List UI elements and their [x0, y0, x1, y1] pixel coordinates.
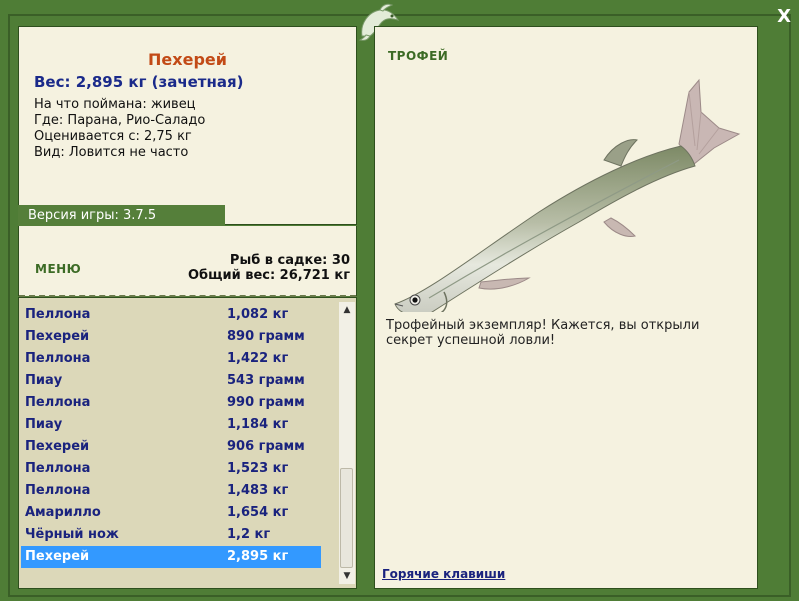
catch-fish-name: Пеллона [25, 351, 91, 366]
version-bar: Версия игры: 3.7.5 [18, 205, 225, 226]
catch-fish-name: Пеллона [25, 307, 91, 322]
catch-fish-name: Пеллона [25, 395, 91, 410]
fish-weight: Вес: 2,895 кг (зачетная) [34, 73, 244, 91]
catch-row-selected[interactable]: Пехерей 2,895 кг [21, 546, 321, 568]
catch-fish-weight: 990 грамм [227, 395, 305, 410]
fish-info-panel: Пехерей Вес: 2,895 кг (зачетная) На что … [18, 26, 357, 225]
catch-fish-weight: 2,895 кг [227, 549, 289, 564]
trophy-title: Трофей [388, 49, 449, 63]
catch-row[interactable]: Пеллона 1,483 кг [21, 480, 321, 502]
catch-row[interactable]: Пеллона 1,422 кг [21, 348, 321, 370]
hotkeys-link[interactable]: Горячие клавиши [382, 567, 505, 581]
menu-stats-area: меню Рыб в садке: 30 Общий вес: 26,721 к… [18, 226, 357, 297]
catch-fish-name: Пехерей [25, 439, 90, 454]
catch-fish-weight: 1,654 кг [227, 505, 289, 520]
close-button[interactable]: X [777, 6, 791, 27]
catch-row[interactable]: Пеллона 1,082 кг [21, 304, 321, 326]
catch-fish-weight: 1,422 кг [227, 351, 289, 366]
location-info: Где: Парана, Рио-Саладо [34, 113, 206, 128]
catch-row[interactable]: Пеллона 1,523 кг [21, 458, 321, 480]
catch-fish-weight: 1,184 кг [227, 417, 289, 432]
catch-fish-name: Амарилло [25, 505, 101, 520]
catch-fish-name: Пеллона [25, 461, 91, 476]
catch-fish-name: Пиау [25, 417, 63, 432]
catch-fish-name: Пиау [25, 373, 63, 388]
catch-fish-weight: 543 грамм [227, 373, 305, 388]
valued-from-info: Оценивается с: 2,75 кг [34, 129, 192, 144]
trophy-panel: Трофей Трофейный экземпляр! Кажется, вы … [374, 26, 758, 589]
catch-fish-weight: 1,523 кг [227, 461, 289, 476]
keepnet-stats: Рыб в садке: 30 Общий вес: 26,721 кг [188, 253, 350, 283]
catch-row[interactable]: Пехерей 890 грамм [21, 326, 321, 348]
catch-fish-weight: 906 грамм [227, 439, 305, 454]
list-scrollbar[interactable]: ▲ ▼ [339, 302, 355, 584]
catch-list: Пеллона 1,082 кг Пехерей 890 грамм Пеллона 1,… [18, 297, 357, 589]
fish-image [394, 78, 741, 312]
catch-row[interactable]: Пиау 543 грамм [21, 370, 321, 392]
bait-info: На что поймана: живец [34, 97, 196, 112]
catch-fish-weight: 1,483 кг [227, 483, 289, 498]
catch-fish-name: Пеллона [25, 483, 91, 498]
catch-row[interactable]: Пеллона 990 грамм [21, 392, 321, 414]
catch-row[interactable]: Пехерей 906 грамм [21, 436, 321, 458]
scroll-down-arrow-icon[interactable]: ▼ [339, 568, 355, 584]
scroll-up-arrow-icon[interactable]: ▲ [339, 302, 355, 318]
trophy-description: Трофейный экземпляр! Кажется, вы открыли… [386, 318, 700, 348]
catch-fish-weight: 1,082 кг [227, 307, 289, 322]
menu-button[interactable]: меню [35, 262, 81, 276]
scroll-thumb[interactable] [340, 468, 353, 568]
catch-fish-name: Пехерей [25, 329, 90, 344]
catch-row[interactable]: Амарилло 1,654 кг [21, 502, 321, 524]
catch-fish-weight: 890 грамм [227, 329, 305, 344]
species-note: Вид: Ловится не часто [34, 145, 189, 160]
catch-fish-weight: 1,2 кг [227, 527, 271, 542]
catch-fish-name: Пехерей [25, 549, 90, 564]
fish-count: Рыб в садке: 30 [229, 253, 350, 268]
catch-fish-name: Чёрный нож [25, 527, 119, 542]
catch-row[interactable]: Пиау 1,184 кг [21, 414, 321, 436]
catch-row[interactable]: Чёрный нож 1,2 кг [21, 524, 321, 546]
total-weight: Общий вес: 26,721 кг [187, 268, 350, 283]
fish-name: Пехерей [148, 50, 227, 69]
window-frame: X Пехерей Вес: 2,895 кг (зачетная) На чт… [0, 0, 799, 601]
